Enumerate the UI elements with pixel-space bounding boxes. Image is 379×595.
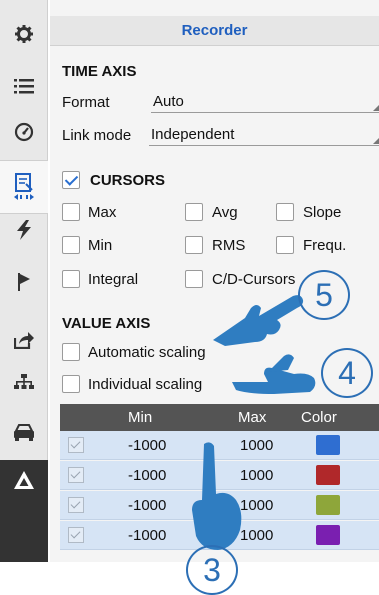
frequ-checkbox[interactable] — [276, 236, 294, 254]
pointing-hand-icon — [232, 354, 316, 394]
rms-checkbox[interactable] — [185, 236, 203, 254]
link-mode-select[interactable]: Independent — [149, 124, 379, 146]
min-label: Min — [88, 237, 113, 254]
annotation-badge-4: 4 — [321, 348, 373, 398]
individual-scaling-checkbox[interactable] — [62, 375, 80, 393]
panel-title: Recorder — [50, 16, 379, 46]
hierarchy-icon — [14, 374, 34, 389]
value-axis-title: VALUE AXIS — [62, 315, 151, 332]
sidebar-item-recorder[interactable] — [0, 160, 48, 214]
header-color: Color — [301, 409, 337, 426]
automatic-scaling-label: Automatic scaling — [88, 344, 206, 361]
sidebar-item-trigger[interactable] — [0, 210, 48, 250]
annotation-badge-3: 3 — [186, 545, 238, 595]
triangle-logo-icon — [14, 471, 34, 489]
sidebar-item-settings[interactable] — [0, 14, 48, 54]
avg-checkbox[interactable] — [185, 203, 203, 221]
row-color-swatch[interactable] — [316, 435, 340, 455]
annotation-badge-5: 5 — [298, 270, 350, 320]
cursors-checkbox[interactable] — [62, 171, 80, 189]
automatic-scaling-checkbox[interactable] — [62, 343, 80, 361]
gauge-icon — [14, 122, 34, 142]
sidebar-item-gauge[interactable] — [0, 112, 48, 152]
row-min[interactable]: -1000 — [128, 437, 166, 454]
row-checkbox[interactable] — [68, 467, 84, 483]
min-checkbox[interactable] — [62, 236, 80, 254]
list-icon — [14, 79, 34, 94]
row-min[interactable]: -1000 — [128, 527, 166, 544]
flag-icon — [18, 273, 30, 291]
time-axis-title: TIME AXIS — [62, 63, 137, 80]
max-checkbox[interactable] — [62, 203, 80, 221]
dropdown-corner-icon — [373, 138, 379, 144]
frequ-label: Frequ. — [303, 237, 347, 254]
cd-cursors-checkbox[interactable] — [185, 270, 203, 288]
individual-scaling-label: Individual scaling — [88, 376, 203, 393]
cursors-title: CURSORS — [90, 172, 166, 189]
row-checkbox[interactable] — [68, 527, 84, 543]
link-mode-value: Independent — [151, 126, 235, 143]
pointing-hand-icon — [192, 442, 242, 550]
cd-cursors-label: C/D-Cursors — [212, 271, 296, 288]
slope-checkbox[interactable] — [276, 203, 294, 221]
format-value: Auto — [153, 93, 184, 110]
row-color-swatch[interactable] — [316, 495, 340, 515]
sidebar-bottom — [0, 497, 48, 562]
dropdown-corner-icon — [373, 105, 379, 111]
row-checkbox[interactable] — [68, 437, 84, 453]
sidebar-item-network[interactable] — [0, 362, 48, 402]
share-icon — [14, 332, 34, 349]
row-min[interactable]: -1000 — [128, 497, 166, 514]
sidebar-item-list[interactable] — [0, 66, 48, 106]
format-select[interactable]: Auto — [151, 91, 379, 113]
recorder-icon — [14, 173, 34, 200]
row-color-swatch[interactable] — [316, 465, 340, 485]
row-checkbox[interactable] — [68, 497, 84, 513]
table-header: Min Max Color — [60, 404, 379, 431]
rms-label: RMS — [212, 237, 246, 254]
sidebar-item-marker[interactable] — [0, 262, 48, 302]
row-color-swatch[interactable] — [316, 525, 340, 545]
sidebar — [0, 0, 48, 562]
link-mode-label: Link mode — [62, 127, 132, 144]
car-icon — [14, 424, 34, 441]
slope-label: Slope — [303, 204, 342, 221]
sidebar-item-vehicle[interactable] — [0, 412, 48, 452]
gear-icon — [15, 25, 33, 43]
integral-checkbox[interactable] — [62, 270, 80, 288]
sidebar-item-export[interactable] — [0, 320, 48, 360]
header-min: Min — [128, 409, 153, 426]
row-min[interactable]: -1000 — [128, 467, 166, 484]
sidebar-item-brand[interactable] — [0, 460, 48, 500]
integral-label: Integral — [88, 271, 139, 288]
lightning-icon — [17, 220, 31, 240]
format-label: Format — [62, 94, 110, 111]
avg-label: Avg — [212, 204, 238, 221]
header-max: Max — [238, 409, 267, 426]
max-label: Max — [88, 204, 117, 221]
